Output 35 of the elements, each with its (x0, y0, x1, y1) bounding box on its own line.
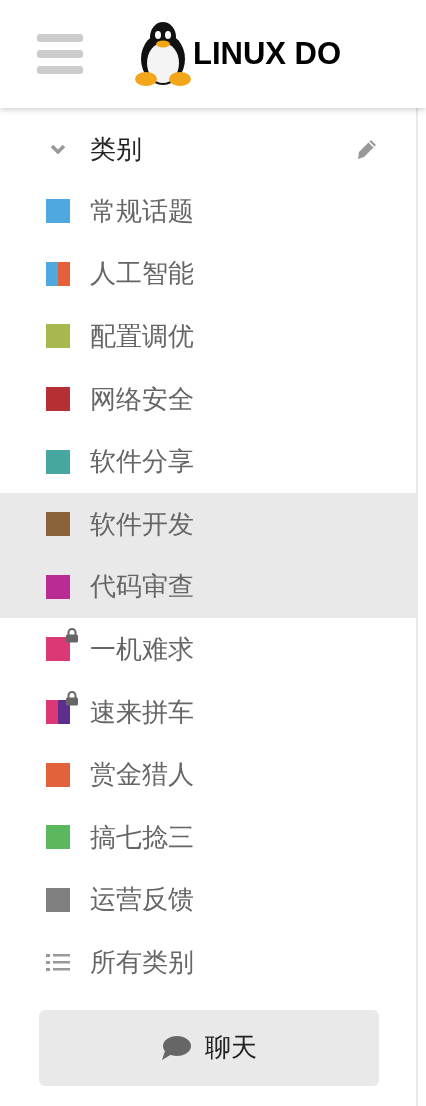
menu-icon[interactable] (37, 34, 83, 74)
category-color-icon (46, 637, 70, 662)
category-item[interactable]: 代码审查 (0, 555, 416, 619)
category-item[interactable]: 常规话题 (0, 180, 416, 243)
penguin-icon (135, 21, 191, 87)
category-color-icon (46, 324, 70, 349)
all-categories-link[interactable]: 所有类别 (0, 931, 416, 994)
category-color-icon (46, 887, 70, 912)
category-color-icon (46, 700, 70, 725)
category-item[interactable]: 搞七捻三 (0, 805, 416, 869)
chevron-icon (50, 144, 66, 154)
section-title: 类别 (90, 132, 143, 166)
category-color-icon (46, 512, 70, 537)
category-item[interactable]: 一机难求 (0, 618, 416, 681)
site-title[interactable]: LINUX DO (193, 36, 342, 72)
category-item[interactable]: 网络安全 (0, 367, 416, 431)
chat-button[interactable]: 聊天 (39, 1009, 379, 1086)
category-item[interactable]: 配置调优 (0, 305, 416, 368)
section-header[interactable]: 类别 (0, 118, 416, 180)
category-item[interactable]: 速来拼车 (0, 680, 416, 744)
category-item[interactable]: 软件分享 (0, 430, 416, 493)
category-color-icon (46, 387, 70, 412)
category-color-icon (46, 762, 70, 787)
category-item[interactable]: 软件开发 (0, 492, 416, 556)
category-item[interactable]: 运营反馈 (0, 868, 416, 932)
list-icon (46, 952, 70, 973)
category-item[interactable]: 赏金猎人 (0, 743, 416, 806)
category-color-icon (46, 449, 70, 474)
chat-bubble-icon (161, 1034, 191, 1061)
category-color-icon (46, 261, 70, 286)
pencil-icon[interactable] (356, 138, 378, 160)
category-item[interactable]: 人工智能 (0, 242, 416, 306)
category-color-icon (46, 199, 70, 224)
category-color-icon (46, 825, 70, 850)
category-color-icon (46, 574, 70, 599)
